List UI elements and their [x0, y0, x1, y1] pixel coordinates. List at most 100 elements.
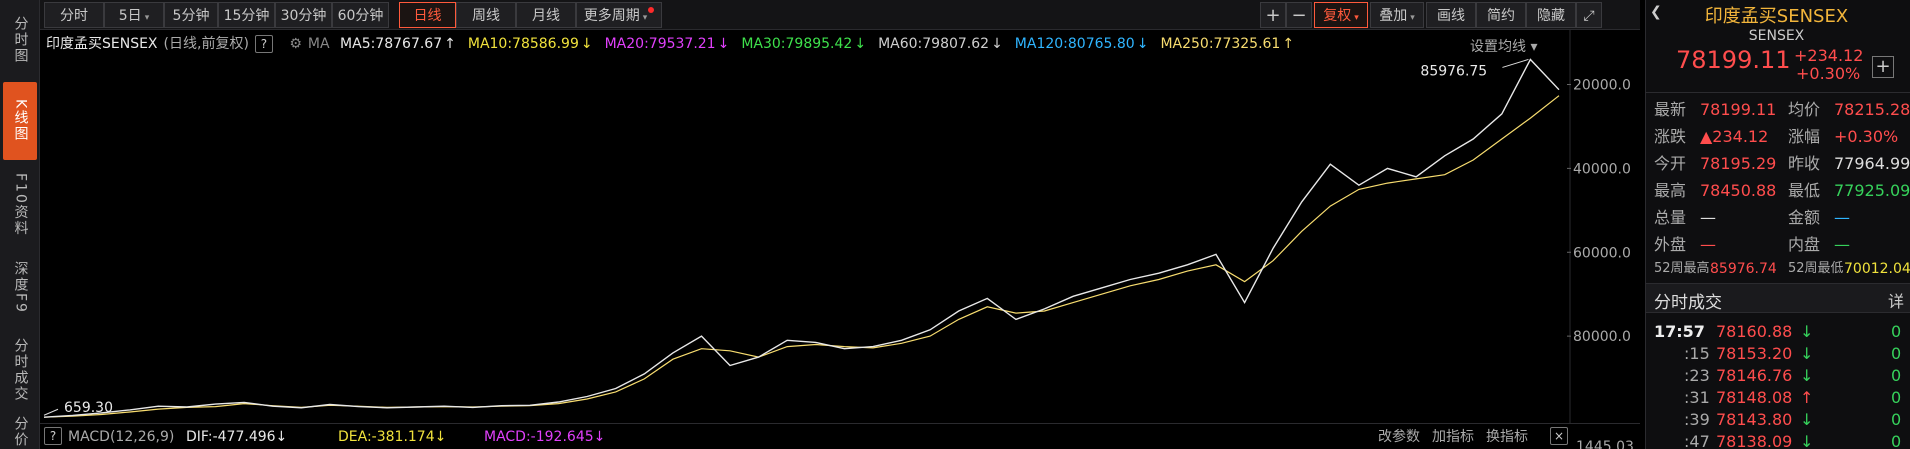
expand-button[interactable]: ⤢	[1576, 2, 1602, 28]
quote-row: 最新 78199.11 均价 78215.28	[1654, 96, 1910, 123]
quote-value: 78215.28	[1834, 100, 1910, 119]
macd-help-icon[interactable]: ?	[44, 427, 62, 445]
arrow-down-icon: ↓	[580, 36, 593, 52]
ma-value: MA5:78767.67	[340, 36, 443, 52]
period-weekly[interactable]: 周线	[456, 2, 516, 28]
ma-value: MA120:80765.80	[1014, 36, 1135, 52]
ma-settings-button[interactable]: 设置均线 ▾	[1470, 36, 1537, 56]
ma-legend-item: MA60:79807.62 ↓	[878, 36, 1009, 52]
macd-dif: DIF:-477.496↓	[186, 425, 287, 449]
caret-down-icon: ▾	[144, 13, 150, 23]
kline-chart-area[interactable]: 80000.0 60000.0 40000.0 20000.0 85976.75 659…	[40, 30, 1640, 449]
simple-button[interactable]: 简约	[1476, 2, 1526, 28]
ma-legend-item: MA120:80765.80 ↓	[1015, 36, 1155, 52]
nav-depth[interactable]: 深度F9	[3, 250, 37, 324]
quote-label: 最新	[1654, 100, 1687, 119]
quote-price: 78199.11	[1676, 46, 1791, 74]
settings-gear-icon[interactable]: ⚙	[289, 36, 302, 52]
dif-value: DIF:-477.496	[186, 429, 276, 445]
help-icon[interactable]: ?	[254, 35, 273, 53]
caret-down-icon: ▾	[1354, 13, 1359, 23]
period-intraday[interactable]: 分时	[44, 2, 104, 28]
nav-ticks[interactable]: 分时成交	[3, 330, 37, 410]
nav-kline[interactable]: K线图	[3, 82, 37, 160]
zoom-out-button[interactable]: −	[1286, 2, 1312, 28]
period-label: 月线	[532, 8, 560, 24]
period-60min[interactable]: 60分钟	[332, 2, 389, 28]
close-icon[interactable]: ×	[1550, 427, 1568, 445]
nav-intraday[interactable]: 分时图	[3, 4, 37, 76]
arrow-down-icon: ↓	[275, 429, 288, 445]
quote-label: 最低	[1788, 181, 1821, 200]
quote-value: 78195.29	[1700, 154, 1777, 173]
hide-button[interactable]: 隐藏	[1526, 2, 1576, 28]
period-more[interactable]: 更多周期 ▾	[576, 2, 662, 28]
ma-value: MA250:77325.61	[1160, 36, 1281, 52]
add-watchlist-button[interactable]: +	[1872, 56, 1894, 78]
ticks-detail-button[interactable]: 详	[1888, 288, 1904, 312]
ma-legend-item: MA250:77325.61 ↑	[1160, 36, 1300, 52]
fuquan-label: 复权	[1323, 8, 1352, 24]
period-daily[interactable]: 日线	[399, 2, 456, 28]
quote-label: 金额	[1788, 208, 1821, 227]
tick-volume: 0	[1891, 432, 1902, 449]
arrow-down-icon: ↓	[991, 36, 1003, 52]
min-price-label: 659.30	[64, 400, 113, 416]
quote-label: 总量	[1654, 208, 1687, 227]
quote-panel: ❮ 印度孟买SENSEX SENSEX 78199.11 +234.12 +0.…	[1645, 0, 1910, 449]
expand-icon: ⤢	[1583, 8, 1595, 24]
macd-panel-header: ? MACD(12,26,9) DIF:-477.496↓ DEA:-381.1…	[40, 423, 1640, 449]
y-axis-tick-label: 80000.0	[1573, 329, 1631, 345]
period-5min[interactable]: 5分钟	[164, 2, 218, 28]
quote-row: 最高 78450.88 最低 77925.09	[1654, 177, 1910, 204]
ma-label: MA	[307, 36, 330, 52]
arrow-up-icon: ↑	[1282, 36, 1295, 52]
quote-label: 内盘	[1788, 235, 1821, 254]
arrow-down-icon: ↓	[717, 36, 730, 52]
overlay-button[interactable]: 叠加 ▾	[1370, 2, 1424, 28]
period-15min[interactable]: 15分钟	[218, 2, 275, 28]
nav-f10[interactable]: F10资料	[3, 166, 37, 244]
back-arrow-icon[interactable]: ❮	[1650, 4, 1662, 20]
quote-label: 外盘	[1654, 235, 1687, 254]
ticks-header: 分时成交 详	[1646, 283, 1910, 313]
ma-legend-item: MA10:78586.99 ↓	[468, 36, 599, 52]
quote-value: —	[1700, 208, 1716, 227]
tick-row: :47 78138.09 ↓ 0	[1654, 428, 1909, 449]
fuquan-button[interactable]: 复权 ▾	[1314, 2, 1368, 28]
quote-value: —	[1834, 235, 1850, 254]
quote-label: 昨收	[1788, 154, 1821, 173]
macd-params-button[interactable]: 改参数	[1378, 425, 1420, 449]
arrow-down-icon: ↓	[593, 429, 606, 445]
w52-high-label: 52周最高	[1654, 261, 1710, 276]
swap-indicator-button[interactable]: 换指标	[1486, 425, 1528, 449]
period-label: 更多周期	[583, 8, 640, 24]
caret-down-icon: ▾	[642, 13, 648, 23]
quote-name: 印度孟买SENSEX	[1704, 6, 1849, 27]
add-indicator-button[interactable]: 加指标	[1432, 425, 1474, 449]
w52-high-value: 85976.74	[1710, 261, 1777, 277]
max-pointer-line	[1502, 58, 1529, 68]
lower-axis-label: 1445.03	[1576, 439, 1634, 449]
quote-change: +234.12	[1794, 46, 1864, 65]
quote-value: —	[1834, 208, 1850, 227]
zoom-in-button[interactable]: +	[1260, 2, 1286, 28]
ma-legend-item: MA20:79537.21 ↓	[605, 36, 736, 52]
ma-legend: 印度孟买SENSEX (日线,前复权)? ⚙ MA MA5:78767.67 ↑ MA1…	[46, 34, 1312, 54]
period-30min[interactable]: 30分钟	[275, 2, 332, 28]
nav-price-dist[interactable]: 分价	[3, 414, 37, 449]
arrow-up-icon: ↑	[444, 36, 456, 52]
w52-row: 52周最高 85976.74 52周最低 70012.04	[1654, 258, 1910, 280]
period-5day[interactable]: 5日 ▾	[104, 2, 164, 28]
quote-row: 总量 — 金额 —	[1654, 204, 1909, 231]
quote-value: +0.30%	[1834, 127, 1899, 146]
w52-low-label: 52周最低	[1788, 261, 1844, 276]
macd-value: MACD:-192.645↓	[484, 425, 605, 449]
dea-value: DEA:-381.174	[338, 429, 435, 445]
draw-line-button[interactable]: 画线	[1426, 2, 1476, 28]
quote-label: 涨跌	[1654, 127, 1687, 146]
period-monthly[interactable]: 月线	[516, 2, 576, 28]
quote-code: SENSEX	[1748, 28, 1805, 44]
quote-value: ▲234.12	[1700, 127, 1769, 146]
quote-label: 涨幅	[1788, 127, 1821, 146]
